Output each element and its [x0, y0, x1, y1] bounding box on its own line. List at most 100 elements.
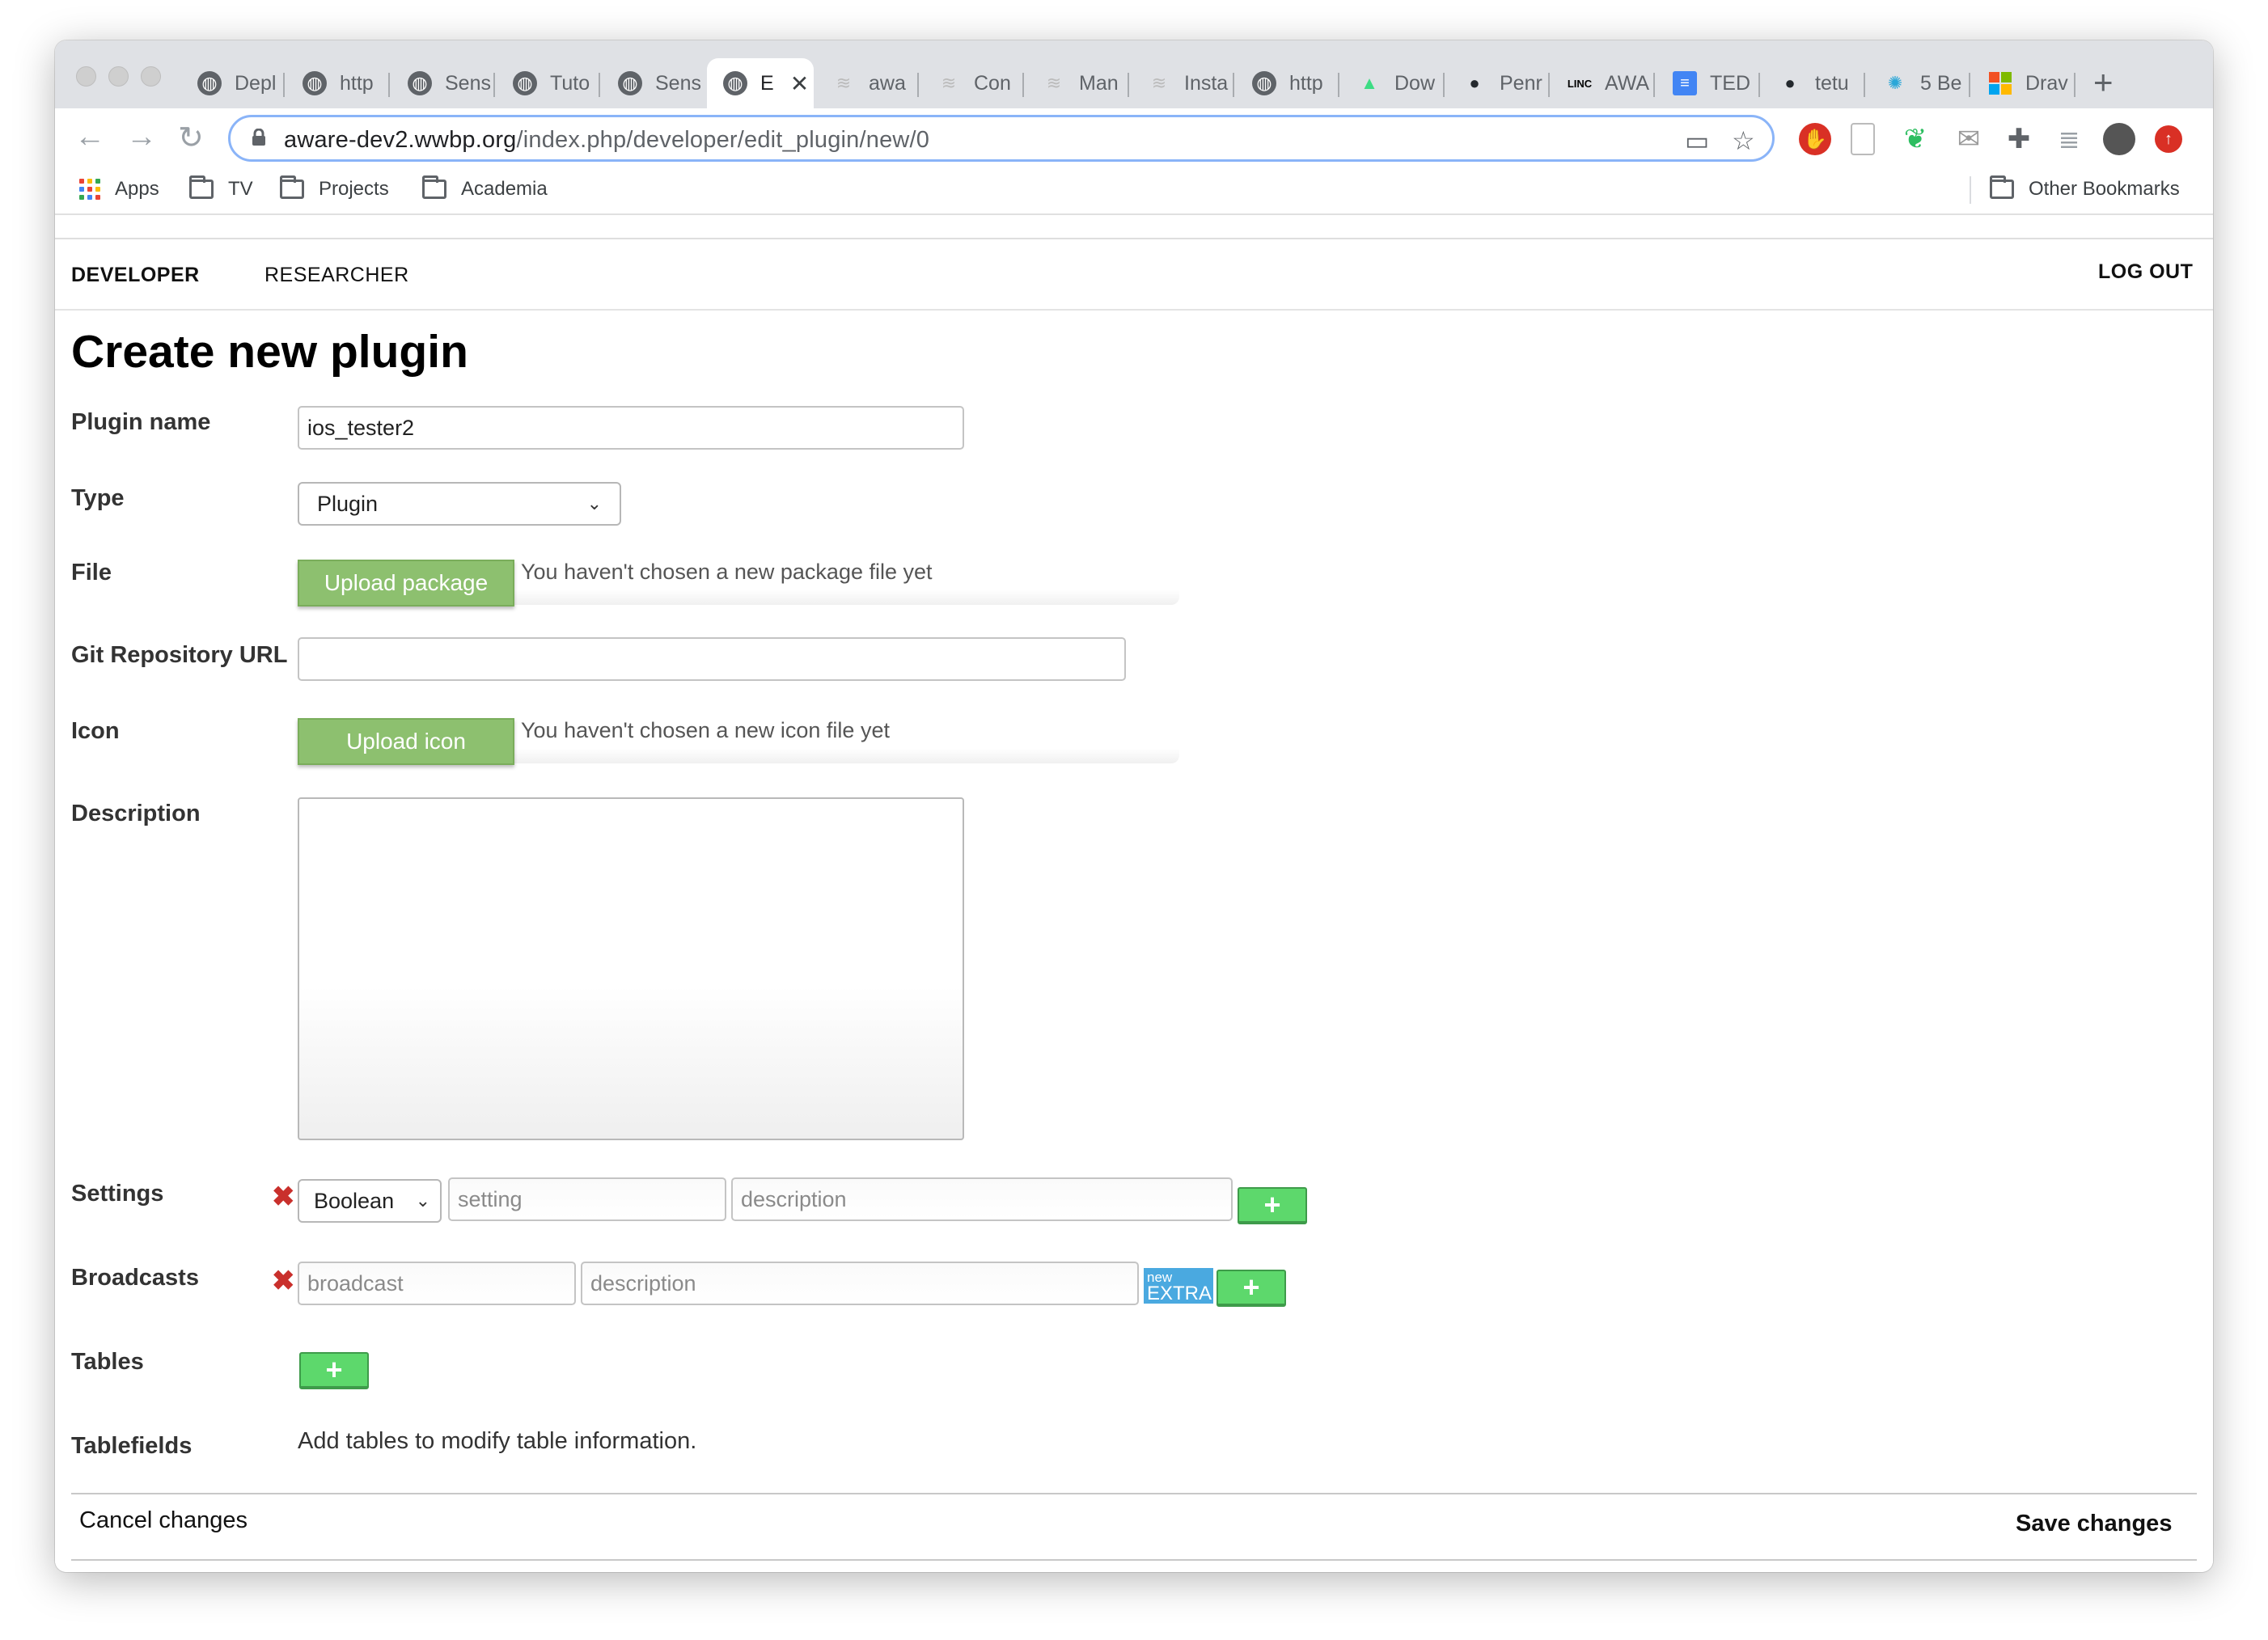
document-icon[interactable]: [1851, 123, 1875, 155]
globe-icon: ◍: [197, 71, 222, 95]
browser-tab[interactable]: ≋ Con: [920, 58, 1024, 108]
git-repository-input[interactable]: [298, 637, 1126, 681]
browser-tab[interactable]: ◍ Sens: [391, 58, 495, 108]
browser-tab[interactable]: ● Penr: [1446, 58, 1550, 108]
tables-label: Tables: [71, 1349, 144, 1375]
upload-icon-button[interactable]: Upload icon: [298, 718, 514, 765]
new-extra-button[interactable]: new EXTRA: [1144, 1268, 1213, 1304]
back-arrow-icon[interactable]: ←: [74, 120, 105, 154]
globe-icon: ◍: [513, 71, 537, 95]
browser-tab[interactable]: ≡ TED: [1657, 58, 1760, 108]
setting-description-input[interactable]: description: [731, 1177, 1233, 1221]
browser-tab[interactable]: Drav: [1972, 58, 2075, 108]
minimize-window-button[interactable]: [108, 66, 129, 87]
browser-tab[interactable]: ◍ Depl: [181, 58, 285, 108]
browser-tab-active[interactable]: ◍ E ✕: [707, 58, 814, 108]
browser-tab[interactable]: LINC AWA: [1551, 58, 1655, 108]
globe-icon: ◍: [618, 71, 642, 95]
nav-logout[interactable]: LOG OUT: [2098, 260, 2193, 284]
aware-icon: ≋: [941, 73, 957, 93]
close-window-button[interactable]: [76, 66, 96, 87]
icon-label: Icon: [71, 718, 120, 744]
browser-tab[interactable]: ◍ Sens: [602, 58, 705, 108]
globe-icon: ◍: [408, 71, 432, 95]
type-select[interactable]: Plugin ⌄: [298, 482, 621, 526]
new-tab-button[interactable]: +: [2093, 63, 2114, 102]
add-table-button[interactable]: +: [299, 1352, 369, 1389]
save-changes-button[interactable]: Save changes: [2016, 1511, 2172, 1537]
remove-broadcast-icon[interactable]: ✖: [272, 1265, 295, 1297]
browser-tab[interactable]: ≋ Insta: [1131, 58, 1234, 108]
footer-divider-bottom: [71, 1559, 2197, 1561]
browser-tab[interactable]: ≋ awa: [815, 58, 919, 108]
package-file-status: You haven't chosen a new package file ye…: [508, 555, 1179, 605]
folder-icon: [1990, 175, 2014, 199]
url-path: /index.php/developer/edit_plugin/new/0: [516, 127, 930, 153]
puzzle-extension-icon[interactable]: ✚: [2003, 123, 2035, 155]
browser-tab[interactable]: ● tetu: [1762, 58, 1865, 108]
browser-tab[interactable]: ◍ http: [286, 58, 390, 108]
add-setting-button[interactable]: +: [1238, 1187, 1307, 1224]
linc-icon: LINC: [1567, 77, 1593, 90]
icon-file-status: You haven't chosen a new icon file yet: [508, 713, 1179, 763]
aware-icon: ≋: [1046, 73, 1062, 93]
broadcasts-label: Broadcasts: [71, 1265, 199, 1291]
bookmark-folder-academia[interactable]: Academia: [422, 175, 548, 201]
nav-developer[interactable]: DEVELOPER: [71, 264, 200, 287]
description-label: Description: [71, 801, 201, 826]
type-select-value: Plugin: [317, 491, 379, 516]
media-queue-icon[interactable]: ≣: [2053, 123, 2085, 155]
evernote-icon[interactable]: ❦: [1899, 123, 1932, 155]
bookmark-folder-tv[interactable]: TV: [189, 175, 253, 201]
plugin-name-input[interactable]: ios_tester2: [298, 406, 964, 450]
chevron-down-icon: ⌄: [586, 493, 602, 514]
aware-icon: ≋: [836, 73, 852, 93]
tab-strip: ◍ Depl ◍ http ◍ Sens ◍ Tuto ◍ Sens ◍ E ✕ ≋ awa ≋…: [55, 40, 2213, 108]
broadcast-description-input[interactable]: description: [581, 1262, 1139, 1305]
browser-tab[interactable]: ✺ 5 Be: [1867, 58, 1970, 108]
lock-icon: [252, 129, 265, 146]
aware-icon: ≋: [1151, 73, 1167, 93]
cancel-changes-link[interactable]: Cancel changes: [79, 1507, 248, 1534]
url-host: aware-dev2.wwbp.org: [284, 127, 517, 153]
extra-label: EXTRA: [1147, 1283, 1212, 1304]
globe-icon: ◍: [723, 71, 747, 95]
profile-avatar[interactable]: [2103, 123, 2135, 155]
cast-icon[interactable]: ▭: [1685, 125, 1709, 156]
browser-toolbar: ← → ↻ aware-dev2.wwbp.org/index.php/deve…: [55, 108, 2213, 170]
tablefields-hint: Add tables to modify table information.: [298, 1428, 697, 1454]
forward-arrow-icon[interactable]: →: [126, 120, 157, 154]
reload-icon[interactable]: ↻: [178, 120, 204, 156]
nav-researcher[interactable]: RESEARCHER: [264, 264, 409, 287]
top-navigation: DEVELOPER RESEARCHER LOG OUT: [55, 238, 2213, 311]
browser-tab[interactable]: ▲ Dow: [1341, 58, 1445, 108]
browser-tab[interactable]: ◍ http: [1236, 58, 1339, 108]
browser-tab[interactable]: ≋ Man: [1026, 58, 1129, 108]
bookmark-star-icon[interactable]: ☆: [1732, 125, 1755, 156]
update-icon[interactable]: ↑: [2155, 125, 2182, 153]
google-docs-icon: ≡: [1673, 71, 1697, 95]
upload-package-button[interactable]: Upload package: [298, 560, 514, 607]
settings-label: Settings: [71, 1181, 164, 1207]
add-broadcast-button[interactable]: +: [1217, 1270, 1286, 1307]
adblock-icon[interactable]: ✋: [1799, 123, 1831, 155]
close-tab-icon[interactable]: ✕: [790, 70, 809, 97]
bookmark-apps[interactable]: Apps: [79, 178, 159, 201]
description-textarea[interactable]: [298, 797, 964, 1140]
broadcast-name-input[interactable]: broadcast: [298, 1262, 576, 1305]
browser-tab[interactable]: ◍ Tuto: [497, 58, 600, 108]
git-repository-label: Git Repository URL: [71, 642, 288, 668]
file-label: File: [71, 560, 112, 585]
remove-setting-icon[interactable]: ✖: [272, 1181, 295, 1213]
bookmark-other-bookmarks[interactable]: Other Bookmarks: [1990, 175, 2180, 201]
bookmarks-bar: Apps TV Projects Academia Other Bookmark…: [55, 170, 2213, 215]
mail-icon[interactable]: ✉: [1953, 123, 1985, 155]
bookmark-folder-projects[interactable]: Projects: [280, 175, 389, 201]
address-bar[interactable]: aware-dev2.wwbp.org/index.php/developer/…: [228, 115, 1775, 162]
setting-type-select[interactable]: Boolean ⌄: [298, 1179, 442, 1223]
zoom-window-button[interactable]: [141, 66, 161, 87]
android-icon: ▲: [1360, 73, 1378, 93]
page-content: DEVELOPER RESEARCHER LOG OUT Create new …: [55, 238, 2213, 1572]
setting-name-input[interactable]: setting: [448, 1177, 726, 1221]
folder-icon: [280, 175, 304, 199]
